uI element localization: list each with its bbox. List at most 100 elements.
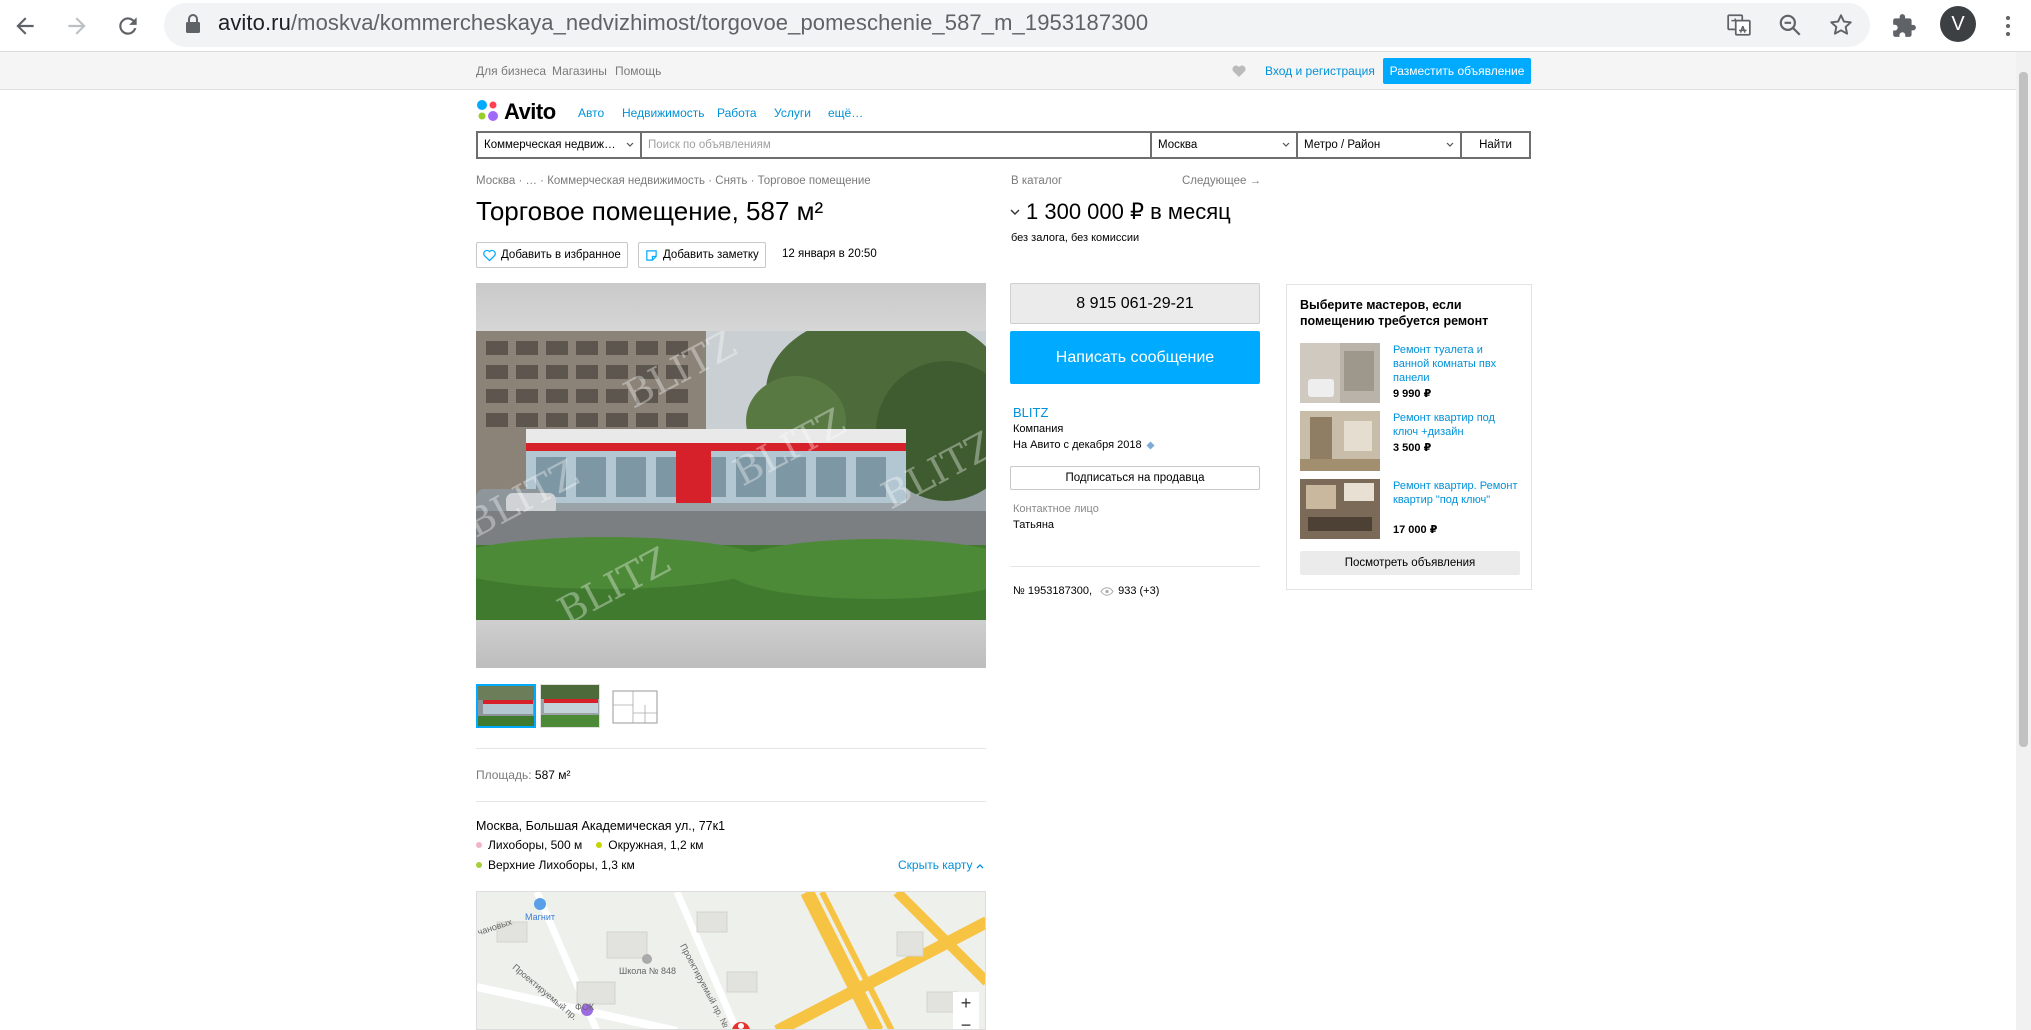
zoom-in-label: + — [960, 992, 972, 1013]
url-host: avito.ru — [218, 10, 291, 35]
main-photo[interactable]: BLITZ BLITZ BLITZ BLITZ BLITZ — [476, 283, 986, 668]
catalog-link[interactable]: В каталог — [1011, 175, 1062, 187]
location-map[interactable]: Магнит Школа № 848 ФОК Проектируемый пр.… — [476, 891, 986, 1030]
category-link-more[interactable]: ещё… — [828, 106, 863, 120]
add-note-label: Добавить заметку — [663, 249, 759, 261]
map-zoom-in-button[interactable]: + — [953, 992, 979, 1014]
page-title: Торговое помещение, 587 м² — [476, 196, 824, 226]
browser-menu-button[interactable] — [1996, 8, 2020, 44]
service-title[interactable]: Ремонт квартир. Ремонт квартир "под ключ… — [1393, 479, 1518, 507]
ad-number: № 1953187300, — [1013, 585, 1093, 597]
zoom-out-icon — [1779, 14, 1801, 36]
add-favorite-button[interactable]: Добавить в избранное — [476, 242, 628, 268]
write-message-button[interactable]: Написать сообщение — [1010, 331, 1260, 384]
arrow-left-icon — [16, 17, 34, 35]
for-business-link[interactable]: Для бизнеса — [476, 64, 546, 78]
thumbnail-image — [478, 686, 534, 726]
verified-icon — [1146, 441, 1155, 449]
category-link-realty[interactable]: Недвижимость — [622, 106, 705, 120]
service-item[interactable]: Ремонт квартир под ключ +дизайн 3 500 ₽ — [1300, 411, 1522, 471]
metro-stations-row: Верхние Лихоборы, 1,3 км — [476, 858, 635, 872]
category-link-auto[interactable]: Авто — [578, 106, 604, 120]
divider — [1010, 566, 1260, 567]
show-phone-button[interactable]: 8 915 061-29-21 — [1010, 283, 1260, 324]
metro-station: Лихоборы, 500 м — [488, 838, 583, 852]
profile-initial: V — [1951, 12, 1965, 35]
forward-button[interactable] — [57, 6, 97, 46]
next-ad-link[interactable]: Следующее → — [1182, 175, 1261, 187]
service-item[interactable]: Ремонт туалета и ванной комнаты пвх пане… — [1300, 343, 1522, 403]
translate-button[interactable] — [1723, 9, 1755, 41]
search-input[interactable]: Поиск по объявлениям — [640, 133, 1150, 157]
thumbnail-image — [541, 685, 599, 727]
search-bar: Коммерческая недвиж… Поиск по объявления… — [476, 131, 1531, 159]
metro-select-value: Метро / Район — [1304, 139, 1381, 151]
map-zoom-out-button[interactable]: − — [953, 1014, 979, 1030]
metro-select[interactable]: Метро / Район — [1296, 133, 1460, 157]
photo-thumbnail[interactable] — [540, 684, 600, 728]
bookmark-button[interactable] — [1825, 9, 1857, 41]
service-image — [1300, 343, 1380, 403]
url-path: /moskva/kommercheskaya_nedvizhimost/torg… — [290, 10, 1149, 35]
chevron-down-icon — [1010, 209, 1020, 215]
shops-link[interactable]: Магазины — [552, 64, 607, 78]
contact-person-label: Контактное лицо — [1013, 503, 1099, 515]
post-date: 12 января в 20:50 — [782, 248, 877, 260]
service-item[interactable]: Ремонт квартир. Ремонт квартир "под ключ… — [1300, 479, 1522, 539]
seller-type: Компания — [1013, 423, 1064, 435]
back-button[interactable] — [5, 6, 45, 46]
favorites-heart-icon[interactable] — [1232, 65, 1246, 77]
top-bar: Для бизнеса Магазины Помощь Вход и регис… — [0, 52, 2016, 90]
help-link[interactable]: Помощь — [615, 64, 661, 78]
service-title[interactable]: Ремонт туалета и ванной комнаты пвх пане… — [1393, 343, 1518, 385]
lock-icon — [186, 14, 200, 33]
url-text[interactable]: avito.ru/moskva/kommercheskaya_nedvizhim… — [218, 10, 1148, 36]
map-label: ФОК — [575, 1002, 595, 1012]
eye-icon — [1100, 586, 1114, 596]
divider — [476, 748, 986, 749]
contact-person-name: Татьяна — [1013, 519, 1055, 531]
metro-dot-icon — [476, 842, 482, 848]
floor-plan-image — [605, 685, 663, 727]
breadcrumb[interactable]: Москва · … · Коммерческая недвижимость ·… — [476, 175, 871, 187]
login-link[interactable]: Вход и регистрация — [1265, 64, 1375, 78]
metro-stations-row: Лихоборы, 500 м Окружная, 1,2 км — [476, 838, 704, 852]
price[interactable]: 1 300 000 ₽ в месяц — [1010, 199, 1231, 225]
extensions-button[interactable] — [1886, 8, 1922, 44]
zoom-out-label: − — [960, 1014, 972, 1030]
metro-station: Верхние Лихоборы, 1,3 км — [488, 858, 635, 872]
avito-logo[interactable]: Avito — [476, 99, 562, 124]
repair-card-title: Выберите мастеров, если помещению требуе… — [1300, 298, 1489, 328]
view-ads-button[interactable]: Посмотреть объявления — [1300, 551, 1520, 575]
page-scrollbar[interactable] — [2016, 52, 2031, 1030]
metro-dot-icon — [596, 842, 603, 848]
post-ad-button[interactable]: Разместить объявление — [1383, 58, 1531, 84]
photo-thumbnail[interactable] — [476, 684, 536, 728]
floor-plan-thumbnail[interactable] — [604, 684, 664, 728]
city-select[interactable]: Москва — [1150, 133, 1296, 157]
seller-since-text: На Авито с декабря 2018 — [1013, 439, 1142, 451]
city-select-value: Москва — [1158, 139, 1198, 151]
reload-button[interactable] — [108, 6, 148, 46]
price-note: без залога, без комиссии — [1011, 232, 1140, 244]
find-button[interactable]: Найти — [1460, 133, 1529, 157]
apartment-photo — [1300, 411, 1380, 471]
category-link-jobs[interactable]: Работа — [717, 106, 757, 120]
hide-map-link[interactable]: Скрыть карту — [898, 858, 984, 872]
map-label: Магнит — [525, 912, 556, 922]
bathroom-photo — [1300, 343, 1380, 403]
seller-name-link[interactable]: BLITZ — [1013, 405, 1048, 420]
repair-services-card: Выберите мастеров, если помещению требуе… — [1286, 284, 1532, 590]
category-link-services[interactable]: Услуги — [774, 106, 811, 120]
storefront-photo: BLITZ BLITZ BLITZ BLITZ BLITZ — [476, 331, 986, 621]
profile-avatar[interactable]: V — [1940, 6, 1976, 42]
note-icon — [646, 249, 657, 261]
add-note-button[interactable]: Добавить заметку — [638, 242, 766, 268]
scrollbar-thumb[interactable] — [2019, 72, 2028, 747]
area-value: 587 м² — [534, 768, 571, 782]
chevron-down-icon — [626, 142, 634, 147]
zoom-button[interactable] — [1774, 9, 1806, 41]
subscribe-seller-button[interactable]: Подписаться на продавца — [1010, 466, 1260, 490]
category-select[interactable]: Коммерческая недвиж… — [478, 133, 640, 157]
service-title[interactable]: Ремонт квартир под ключ +дизайн — [1393, 411, 1518, 439]
